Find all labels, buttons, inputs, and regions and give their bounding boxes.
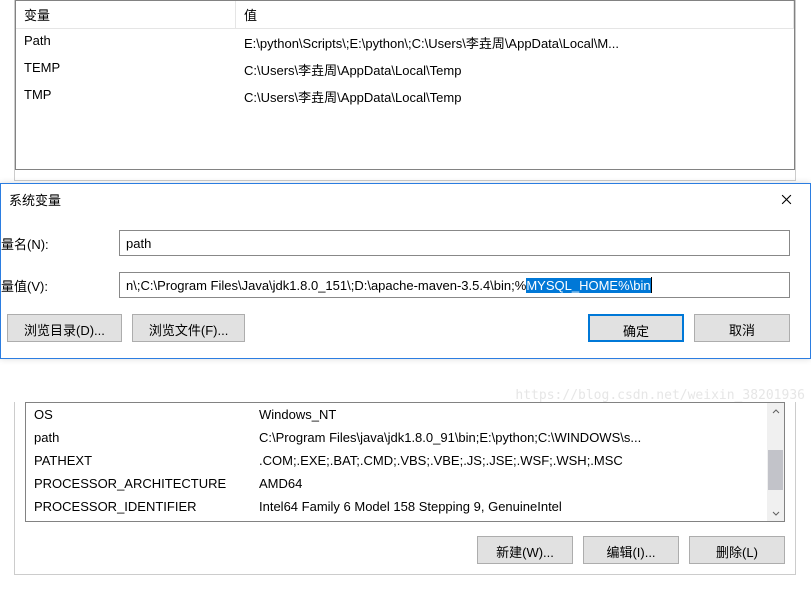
- var-name: PROCESSOR_IDENTIFIER: [26, 497, 251, 516]
- watermark: https://blog.csdn.net/weixin_38201936: [515, 388, 805, 403]
- table-row[interactable]: OS Windows_NT: [26, 403, 784, 426]
- dialog-body: 量名(N): 量值(V): n\;C:\Program Files\Java\j…: [1, 218, 810, 358]
- close-icon: [781, 194, 792, 205]
- browse-file-button[interactable]: 浏览文件(F)...: [132, 314, 245, 342]
- value-prefix: n\;C:\Program Files\Java\jdk1.8.0_151\;D…: [126, 278, 526, 293]
- chevron-up-icon: [772, 408, 780, 416]
- scroll-track[interactable]: [767, 420, 784, 504]
- header-value[interactable]: 值: [236, 1, 794, 28]
- table-row[interactable]: PROCESSOR_IDENTIFIER Intel64 Family 6 Mo…: [26, 495, 784, 518]
- value-label: 量值(V):: [1, 276, 119, 295]
- var-name: TEMP: [16, 58, 236, 81]
- var-name: PROCESSOR_ARCHITECTURE: [26, 474, 251, 493]
- table-row[interactable]: TMP C:\Users\李垚周\AppData\Local\Temp: [16, 83, 794, 110]
- spacer: [255, 314, 578, 342]
- var-value: C:\Users\李垚周\AppData\Local\Temp: [236, 58, 794, 81]
- table-row[interactable]: PROCESSOR_ARCHITECTURE AMD64: [26, 472, 784, 495]
- var-name: Path: [16, 31, 236, 54]
- edit-button[interactable]: 编辑(I)...: [583, 536, 679, 564]
- chevron-down-icon: [772, 509, 780, 517]
- var-value: E:\python\Scripts\;E:\python\;C:\Users\李…: [236, 31, 794, 54]
- close-button[interactable]: [766, 186, 806, 212]
- value-row: 量值(V): n\;C:\Program Files\Java\jdk1.8.0…: [1, 272, 790, 298]
- vertical-scrollbar[interactable]: [767, 403, 784, 521]
- value-selected: MYSQL_HOME%\bin: [526, 278, 650, 293]
- var-value: AMD64: [251, 474, 784, 493]
- var-name: PATHEXT: [26, 451, 251, 470]
- system-variables-table[interactable]: OS Windows_NT path C:\Program Files\java…: [25, 402, 785, 522]
- table-row[interactable]: Path E:\python\Scripts\;E:\python\;C:\Us…: [16, 29, 794, 56]
- system-variables-buttons: 新建(W)... 编辑(I)... 删除(L): [25, 536, 785, 564]
- var-name: path: [26, 428, 251, 447]
- user-variables-table[interactable]: 变量 值 Path E:\python\Scripts\;E:\python\;…: [15, 0, 795, 170]
- table-row[interactable]: path C:\Program Files\java\jdk1.8.0_91\b…: [26, 426, 784, 449]
- user-variables-panel: 变量 值 Path E:\python\Scripts\;E:\python\;…: [14, 0, 796, 181]
- var-value: C:\Users\李垚周\AppData\Local\Temp: [236, 85, 794, 108]
- cancel-button[interactable]: 取消: [694, 314, 790, 342]
- ok-button[interactable]: 确定: [588, 314, 684, 342]
- var-value: C:\Program Files\java\jdk1.8.0_91\bin;E:…: [251, 428, 784, 447]
- var-value: Intel64 Family 6 Model 158 Stepping 9, G…: [251, 497, 784, 516]
- dialog-buttons: 浏览目录(D)... 浏览文件(F)... 确定 取消: [1, 314, 790, 342]
- system-variables-panel: OS Windows_NT path C:\Program Files\java…: [14, 402, 796, 575]
- variable-name-input[interactable]: [119, 230, 790, 256]
- dialog-titlebar[interactable]: 系统变量: [1, 184, 810, 218]
- scroll-thumb[interactable]: [768, 450, 783, 490]
- table-header: 变量 值: [16, 1, 794, 29]
- table-row[interactable]: PATHEXT .COM;.EXE;.BAT;.CMD;.VBS;.VBE;.J…: [26, 449, 784, 472]
- var-name: TMP: [16, 85, 236, 108]
- var-value: .COM;.EXE;.BAT;.CMD;.VBS;.VBE;.JS;.JSE;.…: [251, 451, 784, 470]
- var-value: Windows_NT: [251, 405, 784, 424]
- scroll-down-button[interactable]: [767, 504, 784, 521]
- browse-directory-button[interactable]: 浏览目录(D)...: [7, 314, 122, 342]
- new-button[interactable]: 新建(W)...: [477, 536, 573, 564]
- name-label: 量名(N):: [1, 234, 119, 253]
- delete-button[interactable]: 删除(L): [689, 536, 785, 564]
- variable-value-input[interactable]: n\;C:\Program Files\Java\jdk1.8.0_151\;D…: [119, 272, 790, 298]
- header-variable[interactable]: 变量: [16, 1, 236, 28]
- edit-system-variable-dialog: 系统变量 量名(N): 量值(V): n\;C:\Program Files\J…: [0, 183, 811, 359]
- dialog-title: 系统变量: [9, 190, 61, 209]
- table-row[interactable]: TEMP C:\Users\李垚周\AppData\Local\Temp: [16, 56, 794, 83]
- name-row: 量名(N):: [1, 230, 790, 256]
- var-name: OS: [26, 405, 251, 424]
- text-caret: [651, 277, 652, 293]
- scroll-up-button[interactable]: [767, 403, 784, 420]
